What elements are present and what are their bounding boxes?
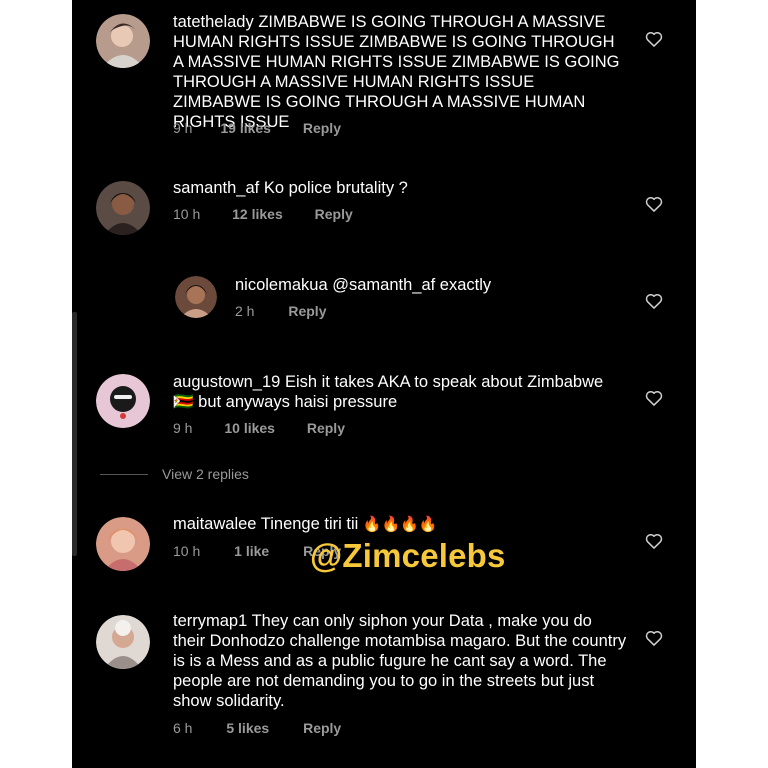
avatar[interactable]: [96, 374, 150, 428]
scroll-indicator: [72, 312, 77, 556]
heart-outline-icon[interactable]: [644, 388, 664, 408]
comment-time: 10 h: [173, 543, 201, 559]
comment-username[interactable]: nicolemakua: [235, 276, 328, 294]
likes-count[interactable]: 10 likes: [224, 420, 275, 436]
comment-time: 9 h: [173, 420, 193, 436]
comment-text: @samanth_af exactly: [332, 276, 492, 294]
heart-outline-icon[interactable]: [644, 194, 664, 214]
reply-button[interactable]: Reply: [307, 420, 345, 436]
fire-emoji: 🔥🔥🔥🔥: [362, 516, 438, 533]
comment-time: 2 h: [235, 303, 255, 319]
comment-text: Tinenge tiri tii: [260, 515, 359, 533]
watermark-text: @Zimcelebs: [310, 537, 506, 574]
heart-outline-icon[interactable]: [644, 628, 664, 648]
avatar[interactable]: [96, 181, 150, 235]
zimbabwe-flag-emoji: 🇿🇼: [173, 393, 194, 411]
heart-outline-icon[interactable]: [644, 531, 664, 551]
likes-count[interactable]: 19 likes: [220, 120, 271, 136]
comment-text: Ko police brutality ?: [263, 179, 408, 197]
likes-count[interactable]: 12 likes: [232, 206, 283, 222]
comment-username[interactable]: samanth_af: [173, 179, 259, 197]
avatar[interactable]: [96, 615, 150, 669]
comment-text: Eish it takes AKA to speak about Zimbabw…: [284, 373, 604, 391]
likes-count[interactable]: 1 like: [234, 543, 269, 559]
heart-outline-icon[interactable]: [644, 291, 664, 311]
reply-button[interactable]: Reply: [303, 720, 341, 736]
reply-button[interactable]: Reply: [315, 206, 353, 222]
avatar[interactable]: [175, 276, 217, 318]
reply-button[interactable]: Reply: [288, 303, 326, 319]
comment-username[interactable]: augustown_19: [173, 373, 280, 391]
comment-time: 10 h: [173, 206, 201, 222]
comment-username[interactable]: terrymap1: [173, 612, 247, 630]
comment-time: 6 h: [173, 720, 193, 736]
comment-username[interactable]: tatethelady: [173, 13, 254, 31]
comment-username[interactable]: maitawalee: [173, 515, 256, 533]
divider-line: [100, 473, 148, 475]
heart-outline-icon[interactable]: [644, 29, 664, 49]
likes-count[interactable]: 5 likes: [226, 720, 269, 736]
avatar[interactable]: [96, 517, 150, 571]
comment-text-continued: but anyways haisi pressure: [198, 393, 398, 411]
view-replies-label[interactable]: View 2 replies: [162, 466, 249, 482]
avatar[interactable]: [96, 14, 150, 68]
comment-time: 9 h: [173, 120, 193, 136]
view-replies-button[interactable]: View 2 replies: [100, 466, 249, 482]
reply-button[interactable]: Reply: [303, 120, 341, 136]
